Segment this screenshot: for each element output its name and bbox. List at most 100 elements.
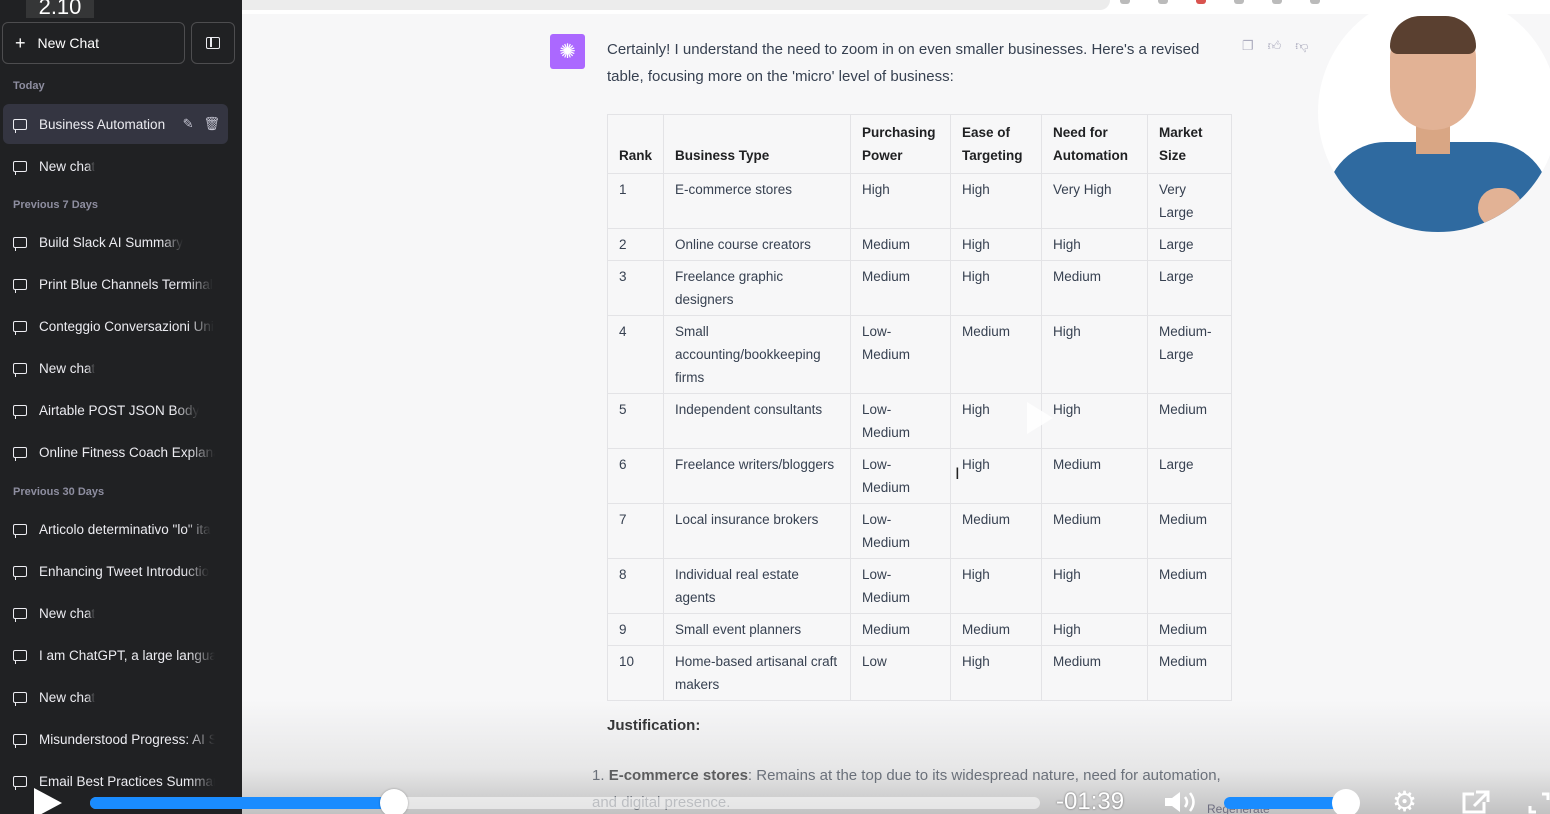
sidebar-chat-label: Build Slack AI Summary bbox=[39, 234, 184, 250]
table-cell: Large bbox=[1146, 448, 1233, 504]
table-cell: 10 bbox=[606, 645, 665, 701]
text-cursor-icon: I bbox=[955, 464, 960, 483]
sidebar-chat-item[interactable]: Conteggio Conversazioni Uni bbox=[3, 306, 228, 346]
table-header-cell: Ease of Targeting bbox=[949, 114, 1042, 174]
table-cell: High bbox=[1040, 315, 1148, 394]
sidebar-chat-item[interactable]: Build Slack AI Summary bbox=[3, 222, 228, 262]
popout-icon[interactable] bbox=[1460, 790, 1490, 814]
address-bar[interactable] bbox=[140, 0, 1110, 10]
sidebar-chat-item[interactable]: I am ChatGPT, a large langua bbox=[3, 635, 228, 675]
time-remaining: -01:39 bbox=[1056, 788, 1125, 814]
sidebar-chat-label: Business Automation bbox=[39, 116, 166, 132]
table-cell: Large bbox=[1146, 228, 1233, 261]
thumbs-down-icon[interactable]: 👎︎ bbox=[1295, 38, 1308, 54]
table-cell: High bbox=[949, 173, 1042, 229]
center-play-icon[interactable] bbox=[1027, 402, 1053, 434]
table-header-cell: Need for Automation bbox=[1040, 114, 1148, 174]
fullscreen-icon[interactable] bbox=[1528, 792, 1550, 814]
table-cell: 6 bbox=[606, 448, 665, 504]
table-cell: Low-Medium bbox=[850, 393, 951, 449]
webcam-overlay bbox=[1318, 0, 1550, 232]
sidebar-chat-item[interactable]: Misunderstood Progress: AI S bbox=[3, 719, 228, 759]
presenter-hand bbox=[1478, 188, 1522, 228]
sidebar-chat-label: New chat bbox=[39, 689, 96, 705]
sidebar-chat-item[interactable]: Print Blue Channels Terminal bbox=[3, 264, 228, 304]
table-cell: Freelance writers/bloggers bbox=[663, 448, 851, 504]
sidebar-section-today: Today bbox=[13, 80, 45, 92]
table-cell: Low-Medium bbox=[850, 503, 951, 559]
justification-heading: Justification: bbox=[607, 717, 701, 734]
play-button-icon[interactable] bbox=[34, 788, 62, 814]
delete-icon[interactable]: 🗑︎ bbox=[203, 116, 220, 132]
sidebar-chat-item[interactable]: Enhancing Tweet Introductio bbox=[3, 551, 228, 591]
new-chat-button[interactable]: + New Chat bbox=[2, 22, 185, 64]
chat-bubble-icon bbox=[13, 160, 27, 175]
table-header-cell: Purchasing Power bbox=[850, 114, 951, 174]
table-cell: Medium bbox=[1040, 503, 1148, 559]
volume-fill bbox=[1224, 797, 1346, 809]
table-cell: Medium bbox=[1040, 448, 1148, 504]
toggle-sidebar-button[interactable] bbox=[191, 22, 235, 64]
table-cell: Very High bbox=[1040, 173, 1148, 229]
sidebar-chat-item[interactable]: Online Fitness Coach Explana bbox=[3, 432, 228, 472]
assistant-message-text: Certainly! I understand the need to zoom… bbox=[607, 41, 1200, 85]
sidebar-chat-item[interactable]: Business Automation ✎ 🗑︎ bbox=[3, 104, 228, 144]
extension-icon[interactable] bbox=[1272, 0, 1282, 4]
table-cell: Medium bbox=[850, 613, 951, 646]
table-cell: Low-Medium bbox=[850, 448, 951, 504]
sidebar-chat-item[interactable]: Articolo determinativo "lo" ita bbox=[3, 509, 228, 549]
sidebar-chat-item[interactable]: New chat bbox=[3, 348, 228, 388]
table-cell: Low-Medium bbox=[850, 558, 951, 614]
table-cell: Freelance graphic designers bbox=[663, 260, 851, 316]
table-cell: 4 bbox=[606, 315, 665, 394]
chat-bubble-icon bbox=[13, 691, 27, 706]
table-cell: Medium bbox=[850, 260, 951, 316]
chat-bubble-icon bbox=[13, 404, 27, 419]
table-cell: Medium bbox=[1146, 613, 1233, 646]
browser-toolbar-icons bbox=[1120, 0, 1320, 4]
chat-bubble-icon bbox=[13, 446, 27, 461]
table-cell: High bbox=[949, 558, 1042, 614]
table-cell: Very Large bbox=[1146, 173, 1233, 229]
copy-icon[interactable]: ❐ bbox=[1242, 38, 1254, 54]
table-cell: Small event planners bbox=[663, 613, 851, 646]
table-cell: Small accounting/bookkeeping firms bbox=[663, 315, 851, 394]
sidebar-chat-label: New chat bbox=[39, 605, 96, 621]
volume-slider[interactable] bbox=[1224, 789, 1360, 814]
volume-icon[interactable] bbox=[1163, 790, 1203, 814]
sidebar-chat-label: Print Blue Channels Terminal bbox=[39, 276, 213, 292]
table-cell: Individual real estate agents bbox=[663, 558, 851, 614]
volume-handle[interactable] bbox=[1332, 789, 1360, 814]
sidebar-chat-label: Enhancing Tweet Introductio bbox=[39, 563, 210, 579]
extension-icon[interactable] bbox=[1196, 0, 1206, 4]
list-number: 1. bbox=[592, 767, 605, 784]
table-cell: Medium bbox=[850, 228, 951, 261]
table-row: 8 Individual real estate agents Low-Medium… bbox=[606, 558, 1233, 614]
table-cell: 7 bbox=[606, 503, 665, 559]
extension-icon[interactable] bbox=[1234, 0, 1244, 4]
extension-icon[interactable] bbox=[1158, 0, 1168, 4]
table-header-cell: Business Type bbox=[663, 114, 851, 174]
sidebar-chat-item[interactable]: New chat bbox=[3, 677, 228, 717]
progress-handle[interactable] bbox=[380, 789, 408, 814]
message-actions: ❐ 👍︎ 👎︎ bbox=[1242, 38, 1308, 54]
table-cell: High bbox=[1040, 393, 1148, 449]
extension-icon[interactable] bbox=[1310, 0, 1320, 4]
chatgpt-avatar: ✺ bbox=[550, 34, 585, 69]
table-cell: High bbox=[949, 448, 1042, 504]
table-row: 10 Home-based artisanal craft makers Low Hi… bbox=[606, 645, 1233, 701]
sidebar-section-prev7: Previous 7 Days bbox=[13, 199, 98, 211]
thumbs-up-icon[interactable]: 👍︎ bbox=[1268, 38, 1282, 54]
table-cell: High bbox=[949, 645, 1042, 701]
table-cell: High bbox=[1040, 613, 1148, 646]
extension-icon[interactable] bbox=[1120, 0, 1130, 4]
settings-gear-icon[interactable]: ⚙ bbox=[1392, 788, 1417, 814]
sidebar-chat-item[interactable]: New chat bbox=[3, 593, 228, 633]
sidebar-chat-item[interactable]: New chat bbox=[3, 146, 228, 186]
edit-icon[interactable]: ✎ bbox=[183, 116, 194, 132]
table-header-cell: Rank bbox=[606, 114, 665, 174]
sidebar-chat-item[interactable]: Airtable POST JSON Body bbox=[3, 390, 228, 430]
sidebar-chat-label: Airtable POST JSON Body bbox=[39, 402, 200, 418]
table-row: 3 Freelance graphic designers Medium High Me… bbox=[606, 260, 1233, 316]
video-progress-bar[interactable] bbox=[90, 789, 1040, 814]
